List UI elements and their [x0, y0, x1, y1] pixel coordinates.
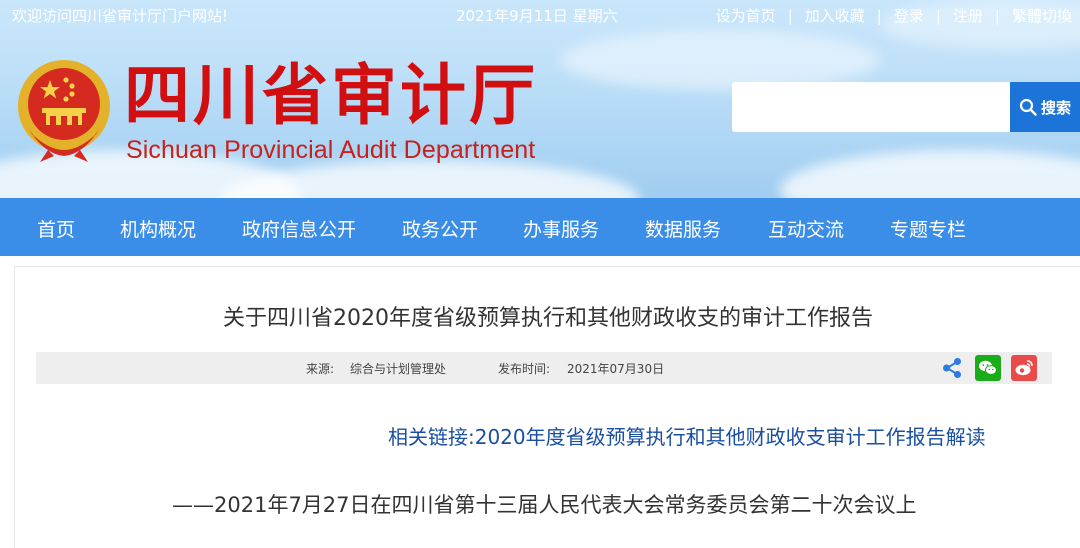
related-link[interactable]: 相关链接:2020年度省级预算执行和其他财政收支审计工作报告解读 — [388, 421, 986, 450]
article-subtitle: ——2021年7月27日在四川省第十三届人民代表大会常务委员会第二十次会议上 — [172, 493, 917, 517]
nav-item-gov-info[interactable]: 政府信息公开 — [242, 215, 356, 242]
separator: | — [935, 6, 941, 25]
separator: | — [994, 6, 1000, 25]
cloud-decoration — [220, 160, 640, 198]
weibo-icon[interactable] — [1011, 355, 1037, 381]
header-banner: 欢迎访问四川省审计厅门户网站! 2021年9月11日 星期六 设为首页 | 加入… — [0, 0, 1080, 198]
nav-item-interaction[interactable]: 互动交流 — [768, 215, 844, 242]
main-nav: 首页 机构概况 政府信息公开 政务公开 办事服务 数据服务 互动交流 专题专栏 — [0, 198, 1080, 256]
source-value: 综合与计划管理处 — [350, 362, 447, 376]
nav-item-services[interactable]: 办事服务 — [523, 215, 599, 242]
share-icon[interactable] — [941, 357, 963, 379]
source-label: 来源: — [306, 362, 335, 376]
national-emblem-icon — [18, 60, 110, 162]
top-links: 设为首页 | 加入收藏 | 登录 | 注册 | 繁體切換 — [716, 5, 1072, 26]
search-input[interactable] — [732, 82, 1010, 132]
register-link[interactable]: 注册 — [953, 5, 983, 26]
article-title: 关于四川省2020年度省级预算执行和其他财政收支的审计工作报告 — [223, 306, 873, 331]
traditional-chinese-toggle[interactable]: 繁體切換 — [1012, 5, 1072, 26]
search-button[interactable]: 搜索 — [1010, 82, 1080, 132]
cloud-decoration — [560, 30, 880, 90]
search-button-label: 搜索 — [1040, 98, 1071, 117]
cloud-decoration — [780, 150, 1080, 198]
add-favorite-link[interactable]: 加入收藏 — [805, 5, 865, 26]
top-bar: 欢迎访问四川省审计厅门户网站! 2021年9月11日 星期六 设为首页 | 加入… — [0, 0, 1080, 30]
wechat-icon[interactable] — [975, 355, 1001, 381]
search-icon — [1019, 98, 1037, 116]
weibo-glyph-icon — [1015, 360, 1033, 376]
separator: | — [876, 6, 882, 25]
publish-date-label: 发布时间: — [498, 362, 551, 376]
nav-item-organization[interactable]: 机构概况 — [120, 215, 196, 242]
site-title: 四川省审计厅 — [124, 57, 538, 134]
separator: | — [787, 6, 793, 25]
nav-item-gov-affairs[interactable]: 政务公开 — [402, 215, 478, 242]
set-homepage-link[interactable]: 设为首页 — [716, 5, 776, 26]
current-date: 2021年9月11日 星期六 — [456, 7, 618, 25]
site-subtitle: Sichuan Provincial Audit Department — [126, 136, 536, 164]
nav-item-special[interactable]: 专题专栏 — [890, 215, 966, 242]
nav-item-data[interactable]: 数据服务 — [645, 215, 721, 242]
nav-item-home[interactable]: 首页 — [37, 215, 75, 242]
welcome-text: 欢迎访问四川省审计厅门户网站! — [12, 7, 229, 25]
wechat-glyph-icon — [979, 360, 997, 375]
login-link[interactable]: 登录 — [894, 5, 924, 26]
publish-date-value: 2021年07月30日 — [567, 362, 665, 376]
